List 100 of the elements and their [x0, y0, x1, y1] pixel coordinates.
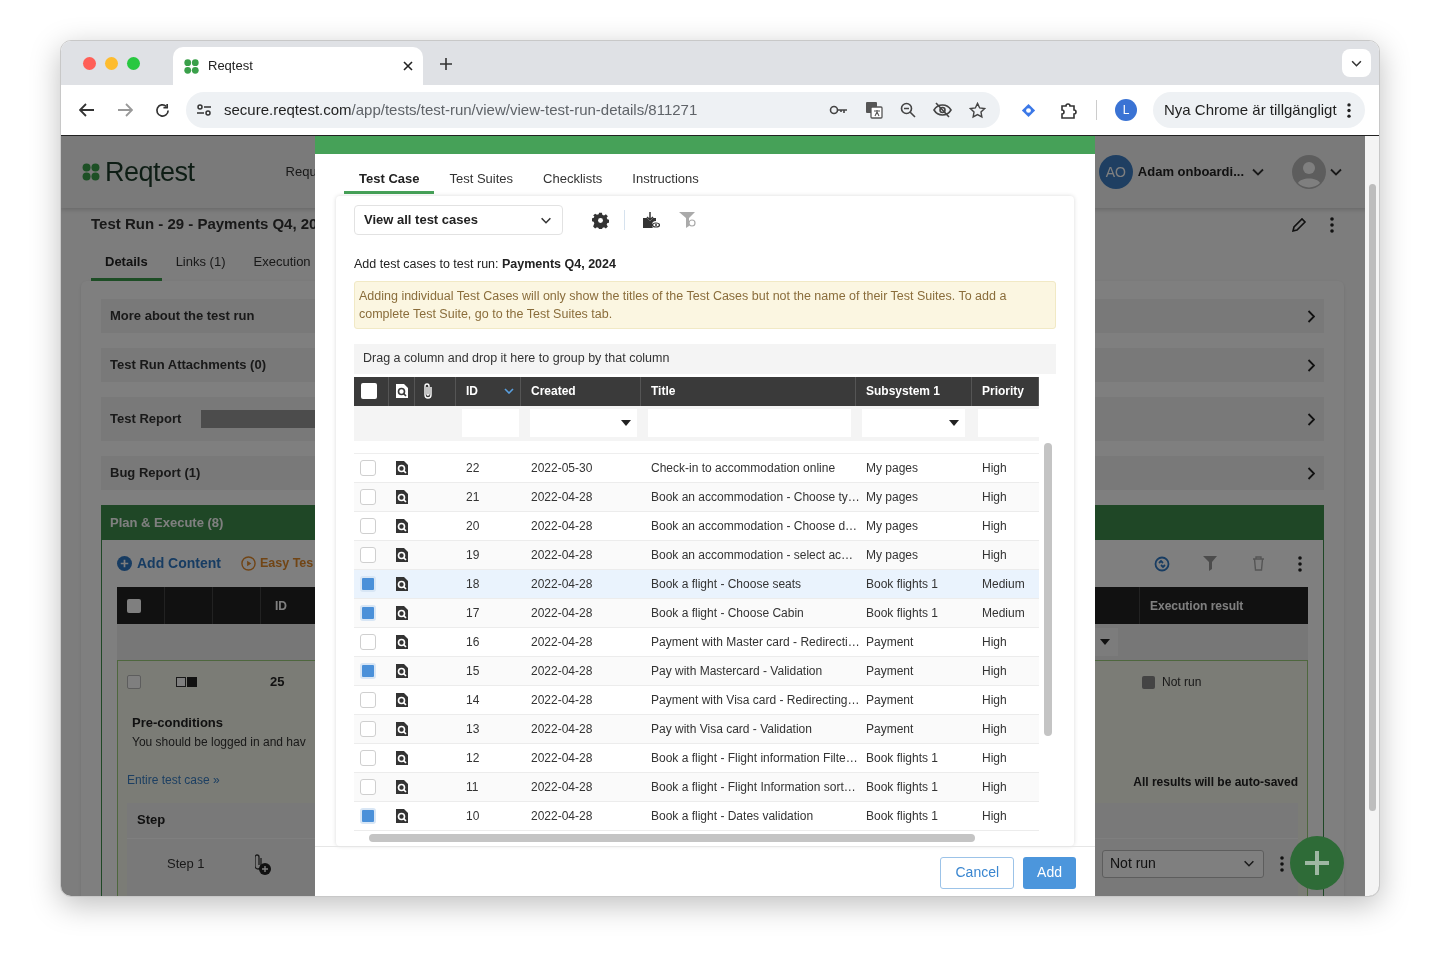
document-search-icon[interactable]	[395, 720, 409, 737]
run-label: Add test cases to test run: Payments Q4, 2024	[354, 256, 617, 273]
forward-icon[interactable]	[117, 103, 133, 117]
new-tab-icon[interactable]	[440, 58, 452, 70]
chevron-right-icon[interactable]	[1307, 309, 1315, 323]
table-row[interactable]: 21 2022-04-28 Book an accommodation - Choose ty… My pages High	[354, 482, 1039, 512]
step-label: Step 1	[167, 854, 205, 873]
group-by-bar: Drag a column and drop it here to group by that column	[354, 343, 1056, 374]
vertical-scrollbar[interactable]	[1043, 442, 1052, 736]
table-cell-text: Book a flight - Choose Cabin	[650, 604, 805, 622]
user-name[interactable]: Adam onboardi...	[1137, 162, 1244, 182]
kebab-menu-icon[interactable]	[1346, 102, 1351, 118]
horizontal-scrollbar[interactable]	[369, 834, 975, 843]
column-header[interactable]: Created	[521, 376, 641, 406]
modal-tab[interactable]: Checklists	[528, 168, 618, 194]
address-bar[interactable]: secure.reqtest.com/app/tests/test-run/view/view-test-run-details/811271	[186, 92, 1000, 128]
extension-icon[interactable]	[1020, 101, 1037, 119]
document-search-icon[interactable]	[395, 807, 409, 824]
table-cell-text: 11	[465, 778, 480, 796]
table-row[interactable]: 15 2022-04-28 Pay with Mastercard - Validation Payment High	[354, 656, 1039, 686]
table-row[interactable]: 17 2022-04-28 Book a flight - Choose Cabin Book flights 1 Medium	[354, 598, 1039, 628]
row-checkbox[interactable]	[360, 517, 376, 534]
document-search-icon[interactable]	[395, 691, 409, 708]
table-row[interactable]: 18 2022-04-28 Book a flight - Choose seats Book flights 1 Medium	[354, 569, 1039, 599]
table-row[interactable]: 13 2022-04-28 Pay with Visa card - Validation Payment High	[354, 714, 1039, 744]
column-header[interactable]: ID	[456, 376, 521, 406]
table-cell-text: Payment	[865, 633, 915, 651]
sync-icon[interactable]	[1154, 555, 1170, 572]
column-header[interactable]: Title	[641, 376, 856, 406]
row-id: 25	[270, 673, 285, 692]
pencil-icon[interactable]	[1291, 216, 1307, 233]
close-tab-icon[interactable]	[403, 61, 413, 71]
document-search-icon[interactable]	[395, 517, 409, 534]
result-select[interactable]: Not run	[1102, 849, 1264, 878]
table-cell-text: Book a flight - Choose seats	[650, 575, 803, 593]
column-header[interactable]: Priority	[972, 376, 1039, 406]
select-all-checkbox[interactable]	[361, 383, 377, 400]
precondition-text: You should be logged in and hav	[132, 733, 306, 751]
row-checkbox[interactable]	[360, 720, 376, 737]
checkbox[interactable]	[127, 598, 141, 613]
paperclip-icon[interactable]	[423, 382, 433, 401]
row-checkbox[interactable]	[360, 662, 376, 679]
modal-tab[interactable]: Instructions	[617, 168, 714, 194]
document-search-icon[interactable]	[395, 459, 409, 476]
eye-slash-icon[interactable]	[933, 102, 952, 118]
chevron-right-icon[interactable]	[1307, 412, 1315, 426]
profile-avatar[interactable]: L	[1115, 99, 1137, 121]
row-checkbox[interactable]	[360, 778, 376, 795]
document-search-icon[interactable]	[395, 546, 409, 563]
modal-tab[interactable]: Test Suites	[434, 168, 529, 194]
tab-search-button[interactable]	[1342, 49, 1371, 77]
document-search-icon[interactable]	[395, 662, 409, 679]
table-cell-text: High	[981, 546, 1008, 564]
site-info-icon[interactable]	[196, 103, 212, 117]
table-cell-text: 18	[465, 575, 481, 593]
sort-chevron-icon[interactable]	[504, 388, 514, 395]
row-checkbox[interactable]	[360, 749, 376, 766]
chevron-down-icon[interactable]	[540, 216, 552, 224]
chevron-down-icon[interactable]	[1351, 59, 1362, 67]
document-search-icon[interactable]	[395, 575, 409, 592]
row-checkbox[interactable]	[360, 546, 376, 563]
page-tab[interactable]: Links (1)	[161, 251, 240, 281]
cancel-button[interactable]: Cancel	[940, 856, 1015, 889]
puzzle-icon[interactable]	[1060, 101, 1078, 119]
document-search-icon[interactable]	[395, 604, 409, 621]
view-select[interactable]: View all test cases	[354, 205, 563, 235]
document-search-icon[interactable]	[395, 749, 409, 766]
toggle-view-icon[interactable]	[176, 677, 198, 687]
row-checkbox[interactable]	[360, 807, 376, 824]
scrollbar[interactable]	[1365, 136, 1379, 896]
zoom-icon[interactable]	[900, 102, 916, 118]
row-checkbox[interactable]	[360, 575, 376, 592]
table-row[interactable]: 19 2022-04-28 Book an accommodation - select ac… My pages High	[354, 540, 1039, 570]
dropdown-caret-icon	[621, 420, 631, 427]
row-checkbox[interactable]	[360, 691, 376, 708]
settings-icon[interactable]	[592, 211, 609, 229]
table-cell-text: Book an accommodation - select ac…	[650, 546, 855, 564]
document-search-icon[interactable]	[395, 488, 409, 505]
chevron-right-icon[interactable]	[1307, 466, 1315, 480]
reload-icon[interactable]	[155, 102, 170, 118]
table-row[interactable]: 11 2022-04-28 Book a flight - Flight Information sort… Book flights 1 High	[354, 772, 1039, 802]
update-chrome-button[interactable]: Nya Chrome är tillgängligt	[1153, 92, 1365, 128]
column-header[interactable]: Subsystem 1	[856, 376, 972, 406]
row-checkbox[interactable]	[360, 633, 376, 650]
translate-icon[interactable]	[865, 101, 883, 119]
browser-tab[interactable]: Reqtest	[173, 47, 423, 85]
key-icon[interactable]	[829, 105, 848, 115]
document-search-icon[interactable]	[395, 633, 409, 650]
row-checkbox[interactable]	[360, 488, 376, 505]
row-checkbox[interactable]	[360, 459, 376, 476]
download-view-icon[interactable]	[642, 211, 661, 229]
back-icon[interactable]	[79, 103, 95, 117]
document-search-icon[interactable]	[395, 778, 409, 795]
star-icon[interactable]	[969, 101, 986, 119]
table-cell-text: My pages	[865, 517, 920, 535]
attach-add-icon[interactable]	[254, 852, 271, 875]
row-checkbox[interactable]	[360, 604, 376, 621]
checkbox[interactable]	[127, 675, 141, 689]
chevron-right-icon[interactable]	[1307, 358, 1315, 372]
dropdown-caret-icon	[949, 420, 959, 427]
